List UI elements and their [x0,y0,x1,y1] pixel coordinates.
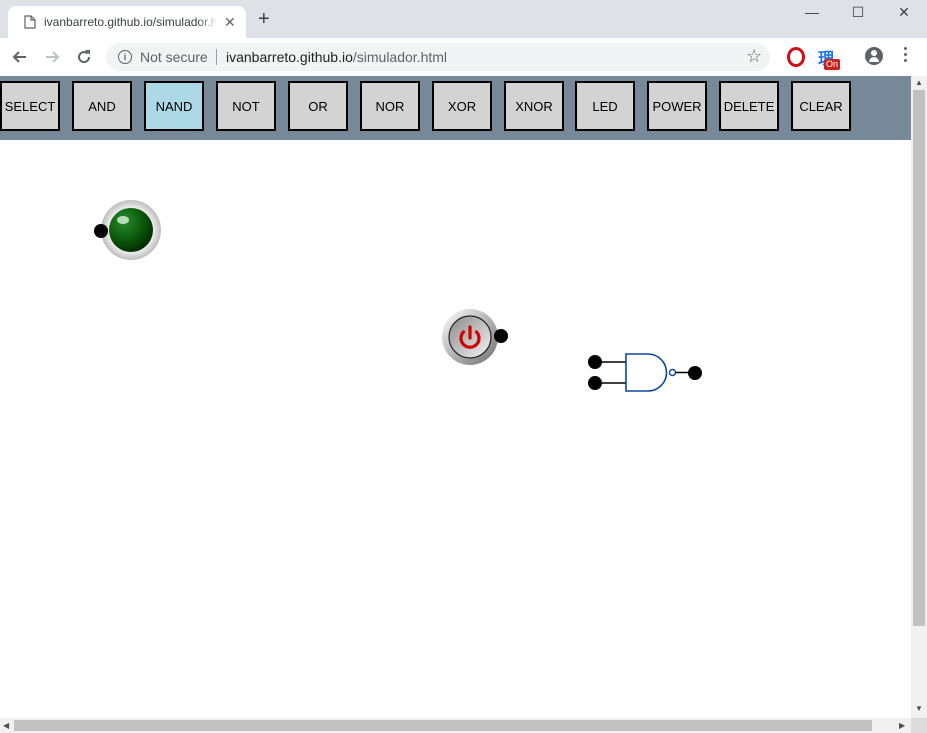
nand-input-pin-b[interactable] [588,376,602,390]
nand-input-pin-a[interactable] [588,355,602,369]
profile-icon[interactable] [865,47,883,65]
scroll-left-arrow-icon[interactable]: ◀ [3,721,9,730]
or-button[interactable]: OR [288,81,348,131]
scroll-right-arrow-icon[interactable]: ▶ [899,721,905,730]
bookmark-star-icon[interactable]: ☆ [746,46,762,67]
address-bar[interactable]: i Not secure ivanbarreto.github.io/simul… [106,43,770,71]
browser-menu-icon[interactable] [904,47,908,65]
maximize-button[interactable]: ☐ [844,4,872,20]
url-host: ivanbarreto.github.io [226,49,353,65]
page-icon [24,15,36,29]
tab-strip: ivanbarreto.github.io/simulador.html ✕ +… [0,0,927,38]
url-text[interactable]: ivanbarreto.github.io/simulador.html [226,49,447,65]
xor-button[interactable]: XOR [432,81,492,131]
opera-extension-icon[interactable] [787,47,805,67]
nand-gate-component[interactable] [588,353,702,392]
close-window-button[interactable]: ✕ [890,4,918,20]
delete-button[interactable]: DELETE [719,81,779,131]
led-button[interactable]: LED [575,81,635,131]
url-path: /simulador.html [352,49,448,65]
nand-inverter-bubble [668,368,677,377]
vertical-scrollbar[interactable]: ▲ ▼ [911,76,927,718]
browser-toolbar: i Not secure ivanbarreto.github.io/simul… [0,38,927,76]
led-highlight [117,216,129,224]
scroll-up-arrow-icon[interactable]: ▲ [915,78,923,87]
nand-gate-body [625,353,668,392]
security-label: Not secure [140,49,208,65]
minimize-button[interactable]: — [798,4,826,20]
reload-icon[interactable] [74,47,94,67]
tab-title-fade [198,12,218,32]
power-output-pin[interactable] [494,329,508,343]
horizontal-scrollbar[interactable]: ◀ ▶ [0,718,911,733]
horizontal-scroll-thumb[interactable] [14,720,872,731]
forward-arrow-icon[interactable] [42,47,62,67]
tab-title: ivanbarreto.github.io/simulador.html [44,15,216,29]
new-tab-button[interactable]: + [258,9,270,29]
tab-close-icon[interactable]: ✕ [224,14,236,30]
circuit-canvas[interactable] [0,140,911,718]
back-arrow-icon[interactable] [10,47,30,67]
xnor-button[interactable]: XNOR [504,81,564,131]
and-button[interactable]: AND [72,81,132,131]
info-icon[interactable]: i [118,50,132,64]
led-light [109,208,153,252]
nand-output-pin[interactable] [688,366,702,380]
vertical-scroll-thumb[interactable] [913,90,925,626]
scroll-down-arrow-icon[interactable]: ▼ [915,704,923,713]
page-viewport: SELECT AND NAND NOT OR NOR XOR XNOR LED … [0,76,911,718]
scrollbar-corner [911,718,927,733]
browser-tab[interactable]: ivanbarreto.github.io/simulador.html ✕ [8,6,246,38]
nor-button[interactable]: NOR [360,81,420,131]
led-input-pin[interactable] [94,224,108,238]
gate-toolbar: SELECT AND NAND NOT OR NOR XOR XNOR LED … [0,76,911,140]
omnibox-divider [216,49,217,65]
led-component[interactable] [94,200,161,260]
nand-button[interactable]: NAND [144,81,204,131]
extension-on-badge: On [824,59,841,70]
power-component[interactable] [442,309,508,365]
select-button[interactable]: SELECT [0,81,60,131]
clear-button[interactable]: CLEAR [791,81,851,131]
power-button[interactable]: POWER [647,81,707,131]
not-button[interactable]: NOT [216,81,276,131]
